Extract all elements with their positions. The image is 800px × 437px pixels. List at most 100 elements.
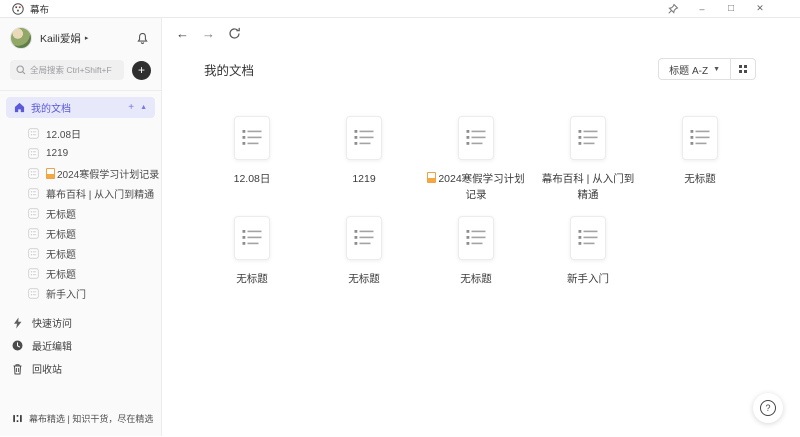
app-logo-icon (12, 3, 24, 15)
document-card[interactable]: 无标题 (196, 216, 308, 311)
mubu-featured-text: 幕布精选 | 知识干货，尽在精选 (29, 412, 153, 425)
user-menu[interactable]: Kaili爱娟 ▸ (0, 18, 161, 55)
document-card[interactable]: 无标题 (308, 216, 420, 311)
sidebar-item-label: 我的文档 (31, 100, 122, 115)
document-label: 无标题 (46, 246, 76, 261)
document-label: 2024寒假学习计划记录 (46, 166, 159, 181)
sidebar-document-item[interactable]: 无标题 (0, 203, 161, 223)
document-card[interactable]: 无标题 (420, 216, 532, 311)
avatar[interactable] (10, 27, 32, 49)
sidebar-sections: 快速访问 最近编辑 回收站 (0, 303, 161, 380)
document-label: 无标题 (46, 226, 76, 241)
sidebar-item-quick-access[interactable]: 快速访问 (0, 311, 161, 334)
view-toggle-button[interactable] (731, 58, 756, 80)
maximize-button[interactable]: □ (721, 1, 741, 17)
window-titlebar: 幕布 – □ ✕ (0, 0, 800, 18)
document-grid: 12.08日 1219 2024寒假学习计划记录 (162, 80, 800, 311)
collapse-icon[interactable]: ▲ (140, 104, 147, 111)
document-label: 新手入门 (46, 286, 86, 301)
back-arrow-icon[interactable]: ← (176, 27, 189, 40)
document-card-icon (458, 116, 494, 160)
sidebar-document-item[interactable]: 新手入门 (0, 283, 161, 303)
mubu-featured-link[interactable]: 幕布精选 | 知识干货，尽在精选 (0, 412, 161, 436)
sidebar-document-item[interactable]: 12.08日 (0, 123, 161, 143)
notifications-bell-icon[interactable] (136, 32, 149, 45)
sidebar-item-label: 最近编辑 (32, 338, 72, 353)
lightning-icon (12, 317, 23, 329)
help-button[interactable]: ? (753, 393, 783, 423)
document-label: 无标题 (46, 266, 76, 281)
mubu-featured-logo-icon (12, 413, 23, 424)
grid-view-icon (739, 65, 747, 73)
sidebar-document-item[interactable]: 1219 (0, 143, 161, 163)
user-name: Kaili爱娟 (40, 31, 81, 46)
close-button[interactable]: ✕ (750, 1, 770, 17)
refresh-icon[interactable] (228, 27, 241, 40)
document-card-icon (346, 216, 382, 260)
document-icon (28, 208, 39, 219)
document-card-title: 无标题 (684, 171, 716, 187)
forward-arrow-icon[interactable]: → (202, 27, 215, 40)
home-icon (14, 102, 25, 113)
chevron-down-icon: ▼ (713, 66, 720, 73)
document-card[interactable]: 12.08日 (196, 116, 308, 211)
document-card[interactable]: 无标题 (644, 116, 756, 211)
document-card-icon (570, 116, 606, 160)
sidebar-item-recent-edits[interactable]: 最近编辑 (0, 334, 161, 357)
sidebar-document-item[interactable]: 无标题 (0, 223, 161, 243)
add-document-icon[interactable]: + (128, 103, 134, 113)
orange-notebook-icon (46, 168, 55, 179)
minimize-button[interactable]: – (692, 1, 712, 17)
sidebar-document-list: 12.08日 1219 2024寒假学习计划记录 (0, 120, 161, 303)
document-label: 无标题 (46, 206, 76, 221)
document-card-title: 无标题 (460, 271, 492, 287)
sort-label: 标题 A-Z (669, 62, 708, 77)
sidebar-item-my-documents[interactable]: 我的文档 + ▲ (6, 97, 155, 118)
sort-dropdown[interactable]: 标题 A-Z ▼ (658, 58, 731, 80)
app-title: 幕布 (30, 2, 49, 16)
orange-notebook-icon (427, 172, 436, 183)
document-card-icon (346, 116, 382, 160)
document-card[interactable]: 新手入门 (532, 216, 644, 311)
document-card-icon (682, 116, 718, 160)
document-icon (28, 128, 39, 139)
sidebar-document-item[interactable]: 幕布百科 | 从入门到精通 (0, 183, 161, 203)
sidebar-item-label: 回收站 (32, 361, 62, 376)
search-icon (16, 65, 26, 75)
trash-icon (12, 363, 23, 375)
global-search[interactable] (10, 60, 124, 80)
document-card[interactable]: 1219 (308, 116, 420, 211)
document-card-icon (234, 216, 270, 260)
question-mark-icon: ? (760, 400, 776, 416)
search-input[interactable] (30, 65, 118, 75)
document-card-title: 无标题 (348, 271, 380, 287)
document-card[interactable]: 幕布百科 | 从入门到精通 (532, 116, 644, 211)
sidebar-item-trash[interactable]: 回收站 (0, 357, 161, 380)
document-icon (28, 188, 39, 199)
sidebar-document-item[interactable]: 2024寒假学习计划记录 (0, 163, 161, 183)
sidebar-document-item[interactable]: 无标题 (0, 243, 161, 263)
document-icon (28, 248, 39, 259)
page-title: 我的文档 (204, 60, 254, 79)
document-card-title: 12.08日 (234, 171, 271, 187)
document-label: 1219 (46, 148, 68, 159)
main-content: ← → 我的文档 标题 A-Z ▼ (162, 18, 800, 436)
document-icon (28, 268, 39, 279)
document-card-icon (234, 116, 270, 160)
document-card-title: 1219 (352, 171, 375, 187)
sidebar-item-label: 快速访问 (32, 315, 72, 330)
clock-icon (12, 340, 23, 351)
document-card-icon (458, 216, 494, 260)
document-label: 12.08日 (46, 126, 81, 141)
divider (0, 90, 161, 91)
document-card-title: 幕布百科 | 从入门到精通 (539, 171, 637, 204)
document-icon (28, 228, 39, 239)
sidebar-document-item[interactable]: 无标题 (0, 263, 161, 283)
document-icon (28, 288, 39, 299)
document-card-title: 新手入门 (567, 271, 609, 287)
new-document-button[interactable]: + (132, 61, 151, 80)
pin-icon[interactable] (663, 1, 683, 17)
document-card-title: 无标题 (236, 271, 268, 287)
document-card[interactable]: 2024寒假学习计划记录 (420, 116, 532, 211)
document-icon (28, 148, 39, 159)
